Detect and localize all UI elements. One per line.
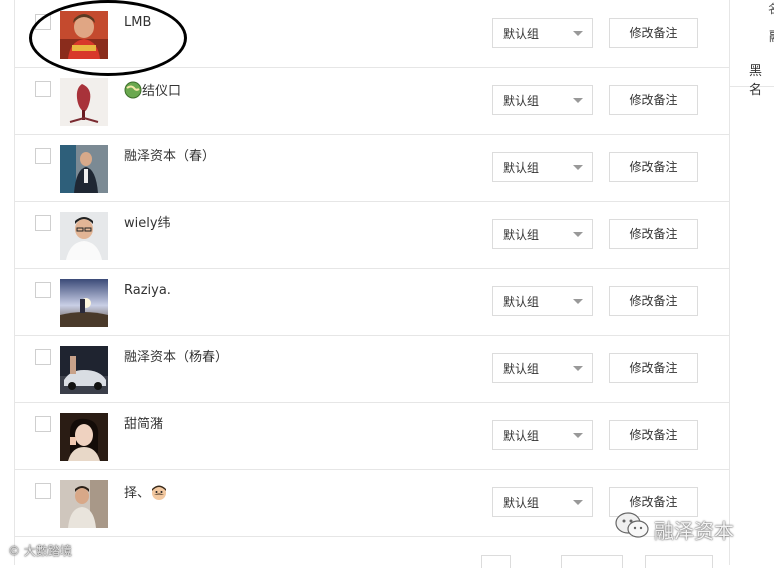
select-checkbox[interactable] [35, 215, 51, 231]
pagination-button[interactable] [561, 555, 623, 568]
group-select[interactable]: 默认组 [492, 286, 593, 316]
pagination-button[interactable] [481, 555, 511, 568]
group-select[interactable]: 默认组 [492, 353, 593, 383]
right-panel-item[interactable]: 名 [768, 0, 774, 17]
avatar [60, 346, 108, 394]
chevron-down-icon [573, 500, 583, 505]
contact-row: LMB 默认组 修改备注 [15, 0, 729, 68]
watermark-right-text: 融泽资本 [654, 519, 734, 543]
group-select-label: 默认组 [503, 295, 540, 309]
chevron-down-icon [573, 366, 583, 371]
contact-list: LMB 默认组 修改备注 结仪口 默认组 修改备注 融泽资本（春） 默认组 修改… [14, 0, 730, 568]
contact-name[interactable]: 择、 [124, 483, 168, 503]
edit-remark-button[interactable]: 修改备注 [609, 286, 698, 316]
chevron-down-icon [573, 433, 583, 438]
group-select[interactable]: 默认组 [492, 85, 593, 115]
group-select-label: 默认组 [503, 94, 540, 108]
contact-name[interactable]: 甜简潴 [124, 416, 163, 434]
watermark-right: 融泽资本 [614, 511, 734, 543]
chevron-down-icon [573, 31, 583, 36]
contact-name[interactable]: 融泽资本（杨春） [124, 349, 228, 367]
globe-emoji-icon [124, 81, 142, 99]
avatar [60, 11, 108, 59]
edit-remark-button[interactable]: 修改备注 [609, 353, 698, 383]
avatar [60, 78, 108, 126]
avatar [60, 413, 108, 461]
edit-remark-button[interactable]: 修改备注 [609, 420, 698, 450]
group-select-label: 默认组 [503, 228, 540, 242]
group-select-label: 默认组 [503, 27, 540, 41]
contact-name-text: 择、 [124, 486, 151, 501]
contact-row: 融泽资本（春） 默认组 修改备注 [15, 134, 729, 202]
avatar [60, 145, 108, 193]
contact-name[interactable]: LMB [124, 14, 151, 32]
select-checkbox[interactable] [35, 81, 51, 97]
group-select[interactable]: 默认组 [492, 420, 593, 450]
watermark-left-text: 大數踏境 [23, 544, 72, 558]
edit-remark-button[interactable]: 修改备注 [609, 152, 698, 182]
contact-name-text: 结仪口 [142, 84, 182, 99]
select-checkbox[interactable] [35, 282, 51, 298]
group-select-label: 默认组 [503, 429, 540, 443]
edit-remark-button[interactable]: 修改备注 [609, 219, 698, 249]
group-select-label: 默认组 [503, 362, 540, 376]
select-checkbox[interactable] [35, 349, 51, 365]
avatar [60, 480, 108, 528]
select-checkbox[interactable] [35, 416, 51, 432]
contact-row: Raziya. 默认组 修改备注 [15, 268, 729, 336]
chevron-down-icon [573, 165, 583, 170]
group-select[interactable]: 默认组 [492, 487, 593, 517]
select-checkbox[interactable] [35, 483, 51, 499]
chevron-down-icon [573, 98, 583, 103]
wechat-logo-icon [615, 512, 649, 538]
pagination-button[interactable] [645, 555, 713, 568]
group-select[interactable]: 默认组 [492, 18, 593, 48]
contact-row: 结仪口 默认组 修改备注 [15, 67, 729, 135]
contact-name[interactable]: 结仪口 [124, 81, 181, 101]
contact-name[interactable]: wiely纬 [124, 215, 171, 233]
contact-name[interactable]: Raziya. [124, 282, 171, 300]
right-panel: 名 融 黑名 [729, 0, 774, 98]
edit-remark-button[interactable]: 修改备注 [609, 18, 698, 48]
contact-name[interactable]: 融泽资本（春） [124, 148, 215, 166]
chevron-down-icon [573, 299, 583, 304]
group-select-label: 默认组 [503, 161, 540, 175]
select-checkbox[interactable] [35, 148, 51, 164]
blacklist-item[interactable]: 黑名 [749, 60, 774, 98]
edit-remark-button[interactable]: 修改备注 [609, 85, 698, 115]
avatar [60, 279, 108, 327]
select-checkbox[interactable] [35, 14, 51, 30]
mustache-face-emoji-icon [152, 485, 167, 500]
contact-row: 甜简潴 默认组 修改备注 [15, 402, 729, 470]
group-select[interactable]: 默认组 [492, 152, 593, 182]
contact-row: 融泽资本（杨春） 默认组 修改备注 [15, 335, 729, 403]
watermark-left: © 大數踏境 [8, 542, 72, 559]
avatar [60, 212, 108, 260]
group-select-label: 默认组 [503, 496, 540, 510]
contact-row: wiely纬 默认组 修改备注 [15, 201, 729, 269]
chevron-down-icon [573, 232, 583, 237]
copyright-icon: © [8, 544, 20, 558]
group-select[interactable]: 默认组 [492, 219, 593, 249]
right-panel-item[interactable]: 融 [769, 26, 774, 45]
